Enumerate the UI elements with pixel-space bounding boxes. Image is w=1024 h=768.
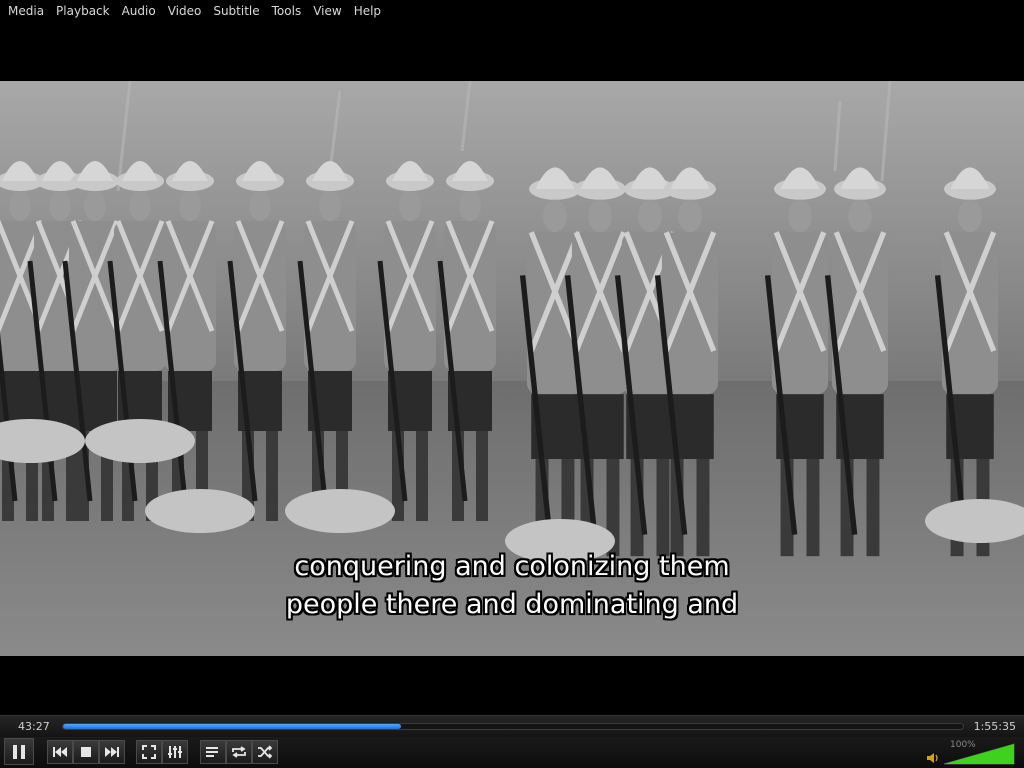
- random-button[interactable]: [252, 740, 278, 764]
- pause-icon: [13, 744, 25, 759]
- seek-progress-fill: [63, 724, 402, 729]
- speaker-icon[interactable]: [926, 752, 940, 764]
- stop-icon: [81, 747, 91, 757]
- loop-button[interactable]: [226, 740, 252, 764]
- skip-previous-icon: [53, 747, 67, 757]
- volume-slider[interactable]: [944, 743, 1016, 765]
- subtitle-overlay: conquering and colonizing them people th…: [0, 548, 1024, 624]
- sandbag: [85, 419, 195, 463]
- menu-view[interactable]: View: [307, 0, 347, 23]
- video-frame[interactable]: conquering and colonizing them people th…: [0, 81, 1024, 656]
- control-bar: 100%: [0, 737, 1024, 768]
- playlist-button[interactable]: [200, 740, 226, 764]
- previous-button[interactable]: [47, 740, 73, 764]
- menu-audio[interactable]: Audio: [116, 0, 162, 23]
- volume-control: 100%: [924, 740, 1020, 766]
- next-button[interactable]: [99, 740, 125, 764]
- total-time[interactable]: 1:55:35: [974, 720, 1016, 733]
- seek-bar: 43:27 1:55:35: [0, 715, 1024, 737]
- menu-video[interactable]: Video: [162, 0, 208, 23]
- fullscreen-button[interactable]: [136, 740, 162, 764]
- fullscreen-icon: [142, 745, 156, 759]
- menu-tools[interactable]: Tools: [266, 0, 308, 23]
- sandbag: [145, 489, 255, 533]
- menu-help[interactable]: Help: [348, 0, 387, 23]
- seek-slider[interactable]: [62, 723, 964, 730]
- menu-media[interactable]: Media: [2, 0, 50, 23]
- playlist-icon: [206, 747, 218, 757]
- menu-subtitle[interactable]: Subtitle: [207, 0, 265, 23]
- sandbag: [285, 489, 395, 533]
- menu-bar: Media Playback Audio Video Subtitle Tool…: [0, 0, 1024, 23]
- shuffle-icon: [258, 745, 273, 759]
- menu-playback[interactable]: Playback: [50, 0, 116, 23]
- loop-icon: [232, 746, 246, 758]
- stop-button[interactable]: [73, 740, 99, 764]
- elapsed-time[interactable]: 43:27: [18, 720, 50, 733]
- play-pause-button[interactable]: [4, 738, 34, 765]
- subtitle-line-2: people there and dominating and: [285, 589, 739, 620]
- subtitle-line-1: conquering and colonizing them: [294, 551, 730, 582]
- skip-next-icon: [105, 747, 119, 757]
- equalizer-icon: [168, 746, 182, 758]
- extended-settings-button[interactable]: [162, 740, 188, 764]
